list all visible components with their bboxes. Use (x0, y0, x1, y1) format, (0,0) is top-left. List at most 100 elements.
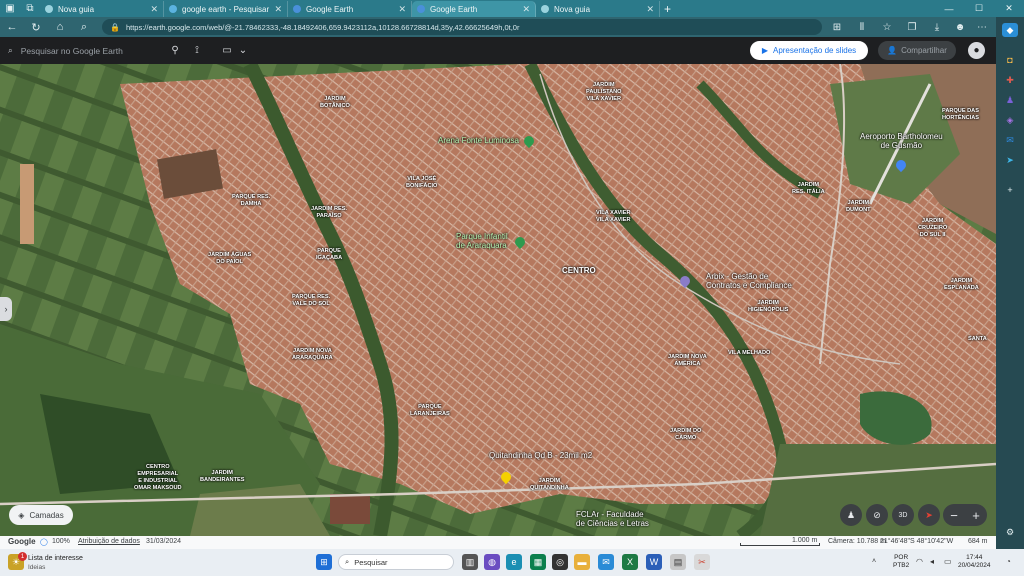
chat-icon[interactable]: ◍ (484, 554, 500, 570)
dell-icon[interactable]: ◎ (552, 554, 568, 570)
file-explorer-icon[interactable]: ▬ (574, 554, 590, 570)
home-icon[interactable]: ⌂ (48, 17, 72, 37)
new-tab-button[interactable]: + (664, 2, 671, 16)
zoom-out-button[interactable]: − (943, 504, 965, 526)
browser-tab[interactable]: google earth - Pesquisar ✕ (164, 1, 288, 17)
imagery-date: 31/03/2024 (146, 538, 182, 545)
task-view-icon[interactable]: ▥ (462, 554, 478, 570)
place-marker-icon[interactable]: ⚲ (166, 42, 184, 59)
3d-toggle-button[interactable]: 3D (892, 504, 914, 526)
poi-label[interactable]: Arena Fonte Luminosa (438, 136, 519, 145)
more-icon[interactable]: ⋯ (972, 17, 992, 37)
neighborhood-label: JARDIM DO CARMO (670, 428, 702, 441)
earth-map-view[interactable]: JARDIM BOTÂNICO JARDIM PAULISTANO VILA X… (0, 64, 996, 536)
search-icon[interactable]: ⌕ (72, 17, 96, 37)
close-tab-icon[interactable]: ✕ (398, 4, 406, 15)
store-icon[interactable]: ▦ (530, 554, 546, 570)
earth-search-input[interactable]: ⌕ Pesquisar no Google Earth (8, 42, 158, 59)
neighborhood-label: SANTA (968, 336, 987, 342)
sidebar-settings-icon[interactable]: ⚙ (1002, 525, 1018, 539)
notifications-icon[interactable]: ◔ (1006, 557, 1011, 566)
calculator-icon[interactable]: ▤ (670, 554, 686, 570)
add-icon[interactable]: + (1002, 183, 1018, 197)
neighborhood-label: JARDIM RES. PARAÍSO (311, 206, 348, 219)
office-icon[interactable]: ◈ (1002, 113, 1018, 127)
search-icon: ⌕ (8, 45, 13, 55)
tray-chevron-icon[interactable]: ˄ (872, 558, 876, 565)
close-tab-icon[interactable]: ✕ (150, 4, 158, 15)
close-window-button[interactable]: ✕ (994, 0, 1024, 17)
pegman-icon[interactable]: ♟ (840, 504, 862, 526)
tools-icon[interactable]: ✚ (1002, 73, 1018, 87)
extensions-icon[interactable]: ⊞ (827, 17, 847, 37)
news-title[interactable]: Lista de interesse (28, 555, 83, 562)
downloads-icon[interactable]: ⤓ (927, 17, 947, 37)
tab-title: Google Earth (306, 4, 354, 14)
browser-tab[interactable]: Google Earth ✕ (412, 1, 536, 17)
word-icon[interactable]: W (646, 554, 662, 570)
volume-icon[interactable]: ◂ (930, 557, 934, 566)
wifi-icon[interactable]: ◠ (916, 557, 923, 566)
profile-icon[interactable]: ☻ (950, 17, 970, 37)
slideshow-button[interactable]: ▶ Apresentação de slides (750, 41, 868, 60)
earth-toolbar: ⌕ Pesquisar no Google Earth ⚲ ⟟ ▭ ⌄ ▶ Ap… (0, 37, 996, 64)
excel-icon[interactable]: X (622, 554, 638, 570)
compass-icon[interactable]: ➤ (918, 504, 940, 526)
snipping-tool-icon[interactable]: ✂ (694, 554, 710, 570)
edge-icon[interactable]: e (506, 554, 522, 570)
minimize-button[interactable]: — (934, 0, 964, 17)
copilot-icon[interactable]: ◆ (1002, 23, 1018, 37)
maximize-button[interactable]: ☐ (964, 0, 994, 17)
poi-label[interactable]: Parque Infantil de Araraquara (456, 232, 508, 250)
collections-icon[interactable]: ❐ (902, 17, 922, 37)
back-icon[interactable]: ← (0, 17, 24, 37)
neighborhood-label: PARQUE LARANJEIRAS (410, 404, 450, 417)
place-label[interactable]: Arbix - Gestão de Contratos e Compliance (706, 272, 792, 290)
neighborhood-label: JARDIM QUITANDINHA (530, 478, 569, 491)
clock-date: 20/04/2024 (958, 562, 991, 569)
neighborhood-label: JARDIM NOVA AMÉRICA (668, 354, 707, 367)
zoom-controls: − + (943, 504, 987, 526)
browser-tab[interactable]: Nova guia ✕ (40, 1, 164, 17)
games-icon[interactable]: ♟ (1002, 93, 1018, 107)
share-button[interactable]: 👤 Compartilhar (878, 41, 956, 60)
neighborhood-label: JARDIM PAULISTANO VILA XAVIER (586, 82, 622, 102)
browser-tab[interactable]: Google Earth ✕ (288, 1, 412, 17)
close-tab-icon[interactable]: ✕ (646, 4, 654, 15)
outlook-icon[interactable]: ✉ (1002, 133, 1018, 147)
close-tab-icon[interactable]: ✕ (522, 4, 530, 15)
path-icon[interactable]: ⟟ (188, 42, 206, 59)
workspaces-icon[interactable]: ▣ (0, 0, 20, 17)
place-label[interactable]: FCLAr - Faculdade de Ciências e Letras (576, 510, 649, 528)
shopping-icon[interactable]: ◘ (1002, 53, 1018, 67)
chevron-down-icon[interactable]: ⌄ (234, 42, 252, 59)
lock-icon: 🔒 (110, 22, 120, 32)
start-icon[interactable]: ⊞ (316, 554, 332, 570)
mail-icon[interactable]: ✉ (598, 554, 614, 570)
zoom-in-button[interactable]: + (965, 504, 987, 526)
send-icon[interactable]: ➤ (1002, 153, 1018, 167)
browser-tab[interactable]: Nova guia ✕ (536, 1, 660, 17)
tab-title: Google Earth (430, 4, 478, 14)
close-tab-icon[interactable]: ✕ (274, 4, 282, 15)
keyboard-layout: PTB2 (893, 562, 910, 569)
address-bar[interactable]: 🔒 https://earth.google.com/web/@-21.7846… (102, 19, 822, 35)
battery-icon[interactable]: ▭ (944, 557, 952, 566)
attribution-link[interactable]: Atribuição de dados (78, 538, 140, 545)
taskbar-search-input[interactable]: ⌕ Pesquisar (338, 554, 454, 570)
location-off-icon[interactable]: ⊘ (866, 504, 888, 526)
neighborhood-label: VILA JOSÉ BONIFÁCIO (406, 176, 438, 189)
input-language[interactable]: POR PTB2 (893, 554, 909, 570)
zoom-level: 100% (52, 538, 70, 545)
clock[interactable]: 17:44 20/04/2024 (958, 554, 991, 570)
account-icon[interactable]: ● (968, 42, 985, 59)
refresh-icon[interactable]: ↻ (24, 17, 48, 37)
layers-button[interactable]: ◈ Camadas (9, 505, 73, 525)
split-screen-icon[interactable]: ⫴ (852, 17, 872, 37)
favorites-icon[interactable]: ☆ (877, 17, 897, 37)
place-label[interactable]: Quitandinha Qd B - 23mil m2 (489, 451, 592, 460)
tab-actions-icon[interactable]: ⧉ (20, 0, 40, 17)
place-label[interactable]: Aeroporto Bartholomeu de Gusmão (860, 132, 943, 150)
expand-panel-button[interactable]: › (0, 297, 12, 321)
centro-label: CENTRO (562, 266, 596, 275)
